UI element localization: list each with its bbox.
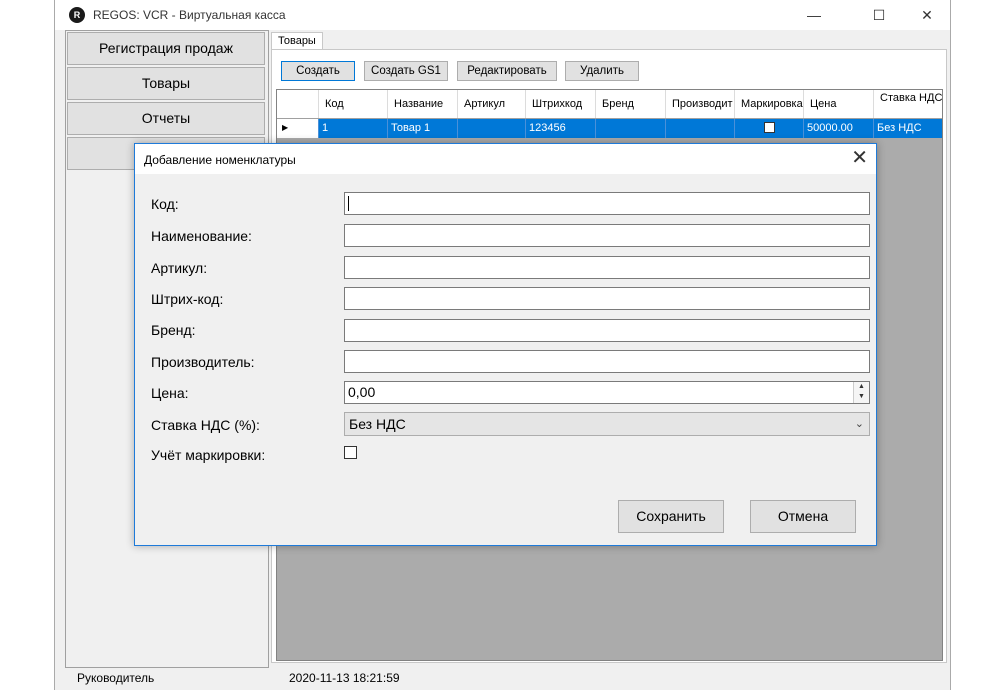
- name-field[interactable]: [344, 224, 870, 247]
- chevron-down-icon: ⌄: [854, 418, 864, 430]
- barcode-label: Штрих-код:: [151, 291, 224, 307]
- status-datetime: 2020-11-13 18:21:59: [289, 671, 400, 685]
- close-icon[interactable]: ✕: [851, 147, 868, 169]
- close-window-button[interactable]: ✕: [904, 0, 950, 30]
- sidebar-item-sales-registration[interactable]: Регистрация продаж: [67, 32, 265, 65]
- status-role: Руководитель: [77, 671, 155, 685]
- price-value: 0,00: [348, 384, 376, 400]
- name-label: Наименование:: [151, 228, 252, 244]
- dialog-title: Добавление номенклатуры: [144, 153, 296, 167]
- marking-label: Учёт маркировки:: [151, 447, 266, 463]
- brand-label: Бренд:: [151, 322, 196, 338]
- row-header-corner: [277, 90, 319, 118]
- sidebar-item-products[interactable]: Товары: [67, 67, 265, 100]
- cell-barcode[interactable]: 123456: [526, 119, 596, 138]
- cell-price[interactable]: 50000.00: [804, 119, 874, 138]
- column-header-name[interactable]: Название: [388, 90, 458, 118]
- column-header-barcode[interactable]: Штрихкод: [526, 90, 596, 118]
- spin-up-icon[interactable]: ▲: [854, 382, 869, 392]
- create-button[interactable]: Создать: [281, 61, 355, 81]
- sidebar-item-reports[interactable]: Отчеты: [67, 102, 265, 135]
- create-gs1-button[interactable]: Создать GS1: [364, 61, 448, 81]
- article-field[interactable]: [344, 256, 870, 279]
- column-header-vat[interactable]: Ставка НДС: [874, 90, 942, 118]
- cell-code[interactable]: 1: [319, 119, 388, 138]
- edit-button[interactable]: Редактировать: [457, 61, 557, 81]
- row-pointer-icon: ▶: [277, 119, 319, 138]
- brand-field[interactable]: [344, 319, 870, 342]
- price-label: Цена:: [151, 385, 189, 401]
- table-row[interactable]: ▶ 1 Товар 1 123456 50000.00 Без НДС: [277, 119, 942, 138]
- column-header-price[interactable]: Цена: [804, 90, 874, 118]
- spin-down-icon[interactable]: ▼: [854, 392, 869, 402]
- minimize-button[interactable]: —: [791, 0, 837, 30]
- column-header-manufacturer[interactable]: Производит: [666, 90, 735, 118]
- code-label: Код:: [151, 196, 179, 212]
- tab-products[interactable]: Товары: [271, 32, 323, 50]
- vat-label: Ставка НДС (%):: [151, 417, 260, 433]
- column-header-code[interactable]: Код: [319, 90, 388, 118]
- cell-marking[interactable]: [735, 119, 804, 138]
- delete-button[interactable]: Удалить: [565, 61, 639, 81]
- manufacturer-field[interactable]: [344, 350, 870, 373]
- marking-checkbox-field[interactable]: [344, 446, 357, 459]
- maximize-button[interactable]: ☐: [856, 0, 902, 30]
- barcode-field[interactable]: [344, 287, 870, 310]
- price-spin-buttons[interactable]: ▲ ▼: [853, 382, 869, 403]
- add-item-dialog: Добавление номенклатуры ✕ Код: Наименова…: [134, 143, 877, 546]
- grid-header: Код Название Артикул Штрихкод Бренд Прои…: [277, 90, 942, 119]
- window-title: REGOS: VCR - Виртуальная касса: [93, 8, 286, 22]
- column-header-article[interactable]: Артикул: [458, 90, 526, 118]
- code-field[interactable]: [344, 192, 870, 215]
- column-header-marking[interactable]: Маркировка: [735, 90, 804, 118]
- vat-selected-value: Без НДС: [349, 416, 406, 432]
- cell-name[interactable]: Товар 1: [388, 119, 458, 138]
- dialog-title-bar[interactable]: Добавление номенклатуры ✕: [135, 144, 876, 174]
- title-bar[interactable]: R REGOS: VCR - Виртуальная касса — ☐ ✕: [55, 0, 950, 30]
- status-bar: Руководитель 2020-11-13 18:21:59: [65, 666, 945, 688]
- cancel-button[interactable]: Отмена: [750, 500, 856, 533]
- app-logo-icon: R: [69, 7, 85, 23]
- cell-vat[interactable]: Без НДС: [874, 119, 942, 138]
- save-button[interactable]: Сохранить: [618, 500, 724, 533]
- manufacturer-label: Производитель:: [151, 354, 255, 370]
- column-header-brand[interactable]: Бренд: [596, 90, 666, 118]
- cell-manufacturer[interactable]: [666, 119, 735, 138]
- cell-brand[interactable]: [596, 119, 666, 138]
- cell-article[interactable]: [458, 119, 526, 138]
- price-stepper[interactable]: 0,00 ▲ ▼: [344, 381, 870, 404]
- vat-select[interactable]: Без НДС ⌄: [344, 412, 870, 436]
- marking-checkbox[interactable]: [763, 122, 775, 133]
- article-label: Артикул:: [151, 260, 208, 276]
